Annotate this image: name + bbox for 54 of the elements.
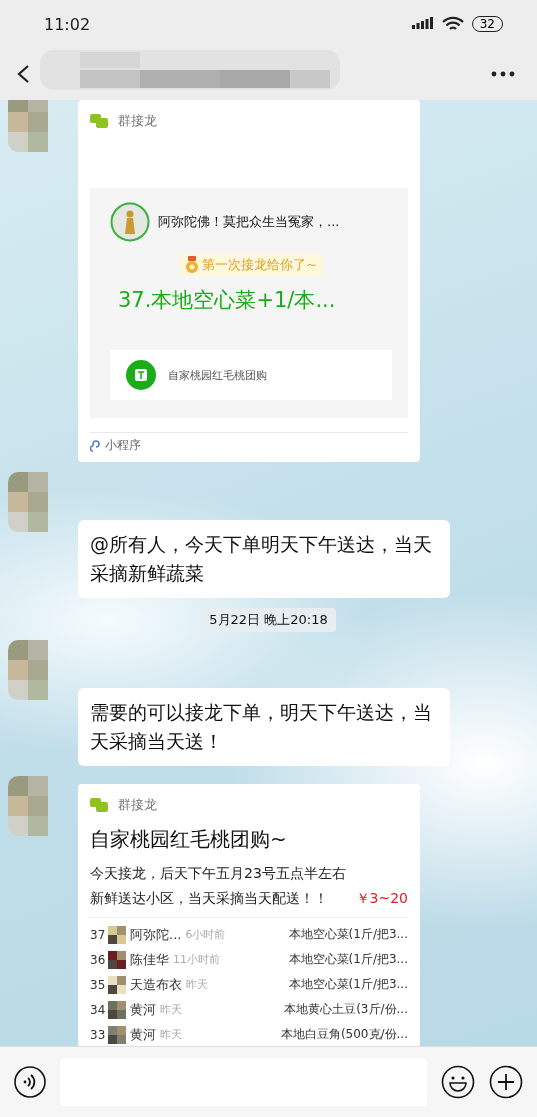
entry-item: 本地黄心土豆(3斤/份... <box>284 1001 408 1018</box>
source-label: 群接龙 <box>118 796 157 814</box>
entry-name: 陈佳华 <box>130 950 169 969</box>
entry-number: 35 <box>90 977 104 992</box>
entry-time: 6小时前 <box>185 927 226 942</box>
author-line: 阿弥陀佛！莫把众生当冤家，... <box>158 213 340 231</box>
entry-item: 本地空心菜(1斤/把3... <box>288 976 408 993</box>
entry-number: 36 <box>90 952 104 967</box>
mini-program-card[interactable]: 群接龙 阿弥陀佛！莫把众生当冤家，... 第一次接龙给你了~ 37.本地空心菜+1/本... 自家桃园红毛桃团购 小程序 <box>78 100 420 462</box>
entry-time: 11小时前 <box>173 952 220 967</box>
source-label: 群接龙 <box>118 112 157 130</box>
avatar-icon <box>108 925 126 944</box>
entry-time: 昨天 <box>160 1027 182 1042</box>
entry-name: 天造布衣 <box>130 975 182 994</box>
entry-number: 33 <box>90 1027 104 1042</box>
app-icon <box>126 360 156 390</box>
card-title: 自家桃园红毛桃团购~ <box>90 826 288 853</box>
entry-name: 阿弥陀... <box>130 925 182 944</box>
mini-program-icon <box>90 439 102 452</box>
timestamp: 5月22日 晚上20:18 <box>201 608 336 632</box>
avatar-icon <box>110 202 150 242</box>
badge-text: 第一次接龙给你了~ <box>202 256 317 274</box>
footer-label: 小程序 <box>105 437 141 454</box>
description: 今天接龙，后天下午五月23号五点半左右新鲜送达小区，当天采摘当天配送！！ <box>90 864 347 908</box>
more-icon[interactable] <box>491 71 515 77</box>
entry-item: 本地白豆角(500克/份... <box>280 1026 408 1043</box>
voice-icon[interactable] <box>14 1066 46 1098</box>
medal-icon <box>185 256 200 274</box>
back-icon[interactable] <box>16 64 30 84</box>
wifi-icon <box>441 16 464 32</box>
entry-time: 昨天 <box>186 977 208 992</box>
entry-time: 昨天 <box>160 1002 182 1017</box>
plus-icon[interactable] <box>489 1065 523 1099</box>
status-time: 11:02 <box>44 14 91 34</box>
emoji-icon[interactable] <box>441 1065 475 1099</box>
entry-number: 34 <box>90 1002 104 1017</box>
app-name: 自家桃园红毛桃团购 <box>168 367 267 383</box>
entry-name: 黄河 <box>130 1000 156 1019</box>
avatar-icon <box>108 1025 126 1044</box>
entry-name: 黄河 <box>130 1025 156 1044</box>
avatar-icon <box>108 1000 126 1019</box>
avatar-icon <box>108 950 126 969</box>
entry-item: 本地空心菜(1斤/把3... <box>288 951 408 968</box>
chat-icon <box>90 114 108 128</box>
chat-icon <box>90 798 108 812</box>
avatar-icon <box>108 975 126 994</box>
message-bubble: @所有人，今天下单明天下午送达，当天采摘新鲜蔬菜 <box>78 520 450 598</box>
signal-icon <box>411 17 434 31</box>
group-buy-card[interactable]: 群接龙 自家桃园红毛桃团购~ 今天接龙，后天下午五月23号五点半左右新鲜送达小区，当天采摘当天配送！！ ￥3~20 37 阿弥陀... 6小时前 本地空心菜(1斤/把3... 36 陈佳华 11小时前 本地空心菜(1斤/把3... 35 天造布衣 昨天 本地空心菜(1斤/把3... 34 黄河 昨天 本地黄心土豆(3斤/份... 33 黄河 昨天 本地白豆角(500克/份... <box>78 784 420 1046</box>
price: ￥3~20 <box>355 889 408 908</box>
message-bubble: 需要的可以接龙下单，明天下午送达，当天采摘当天送！ <box>78 688 450 766</box>
headline: 37.本地空心菜+1/本... <box>118 287 337 314</box>
entry-item: 本地空心菜(1斤/把3... <box>288 926 408 943</box>
entry-number: 37 <box>90 927 104 942</box>
